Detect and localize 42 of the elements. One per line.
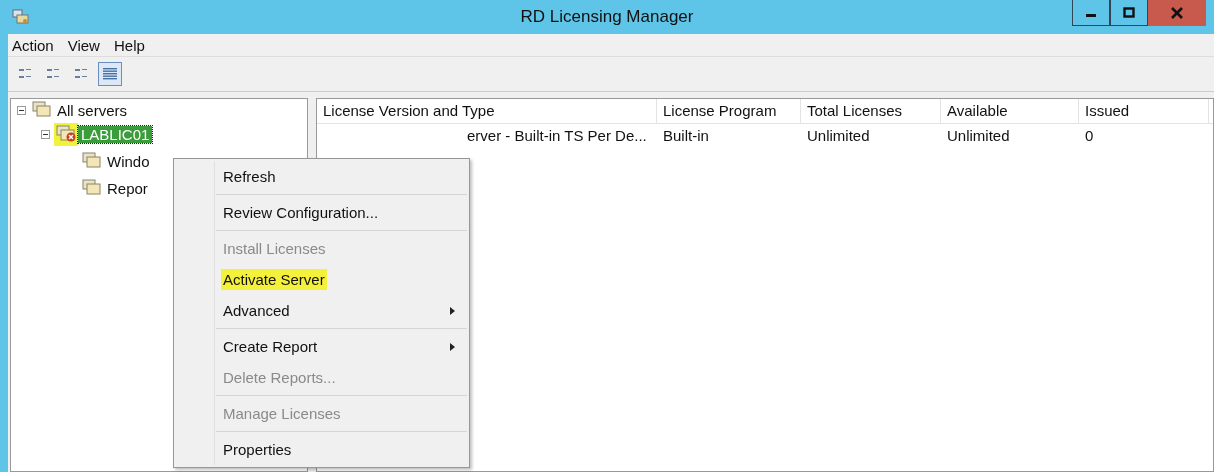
column-header[interactable]: Available	[941, 99, 1079, 123]
tree-item[interactable]: All servers	[54, 101, 130, 119]
close-icon	[1171, 7, 1183, 19]
column-header[interactable]: Total Licenses	[801, 99, 941, 123]
column-header[interactable]: License Program	[657, 99, 801, 123]
close-button[interactable]	[1148, 0, 1206, 26]
server-icon	[82, 178, 102, 196]
menu-item[interactable]: View	[67, 36, 100, 54]
detail-list-icon	[102, 67, 118, 81]
table-cell-text: Unlimited	[946, 126, 1011, 146]
table-cell-text: Unlimited	[806, 126, 871, 146]
minimize-button[interactable]	[1072, 0, 1110, 26]
column-header[interactable]: Issued	[1079, 99, 1209, 123]
collapse-icon[interactable]	[17, 105, 26, 115]
table-cell-text: erver - Built-in TS Per De...	[466, 126, 648, 146]
tree-view-icon	[18, 67, 34, 81]
table-cell-text: Built-in	[662, 126, 710, 146]
app-icon	[12, 9, 30, 25]
tree-item[interactable]: LABLIC01	[78, 126, 153, 143]
server-icon	[82, 151, 102, 169]
tree-view-icon	[46, 67, 62, 81]
window-title: RD Licensing Manager	[520, 7, 694, 27]
menu-item[interactable]: Refresh	[221, 166, 278, 187]
collapse-icon[interactable]	[41, 130, 50, 139]
server-icon	[56, 124, 76, 142]
menu-item[interactable]: Activate Server	[221, 269, 327, 290]
menu-item[interactable]: Properties	[221, 439, 294, 460]
server-group-icon	[32, 99, 52, 118]
tree-view-icon	[74, 67, 90, 81]
menu-item[interactable]: Help	[113, 36, 145, 54]
view-mode-button[interactable]	[98, 62, 122, 86]
minimize-icon	[1086, 14, 1096, 17]
tree-item[interactable]: Windo	[104, 153, 153, 170]
menu-item[interactable]: Create Report	[221, 336, 320, 357]
column-header[interactable]: License Version and Type	[317, 99, 657, 123]
menu-item[interactable]: Review Configuration...	[221, 202, 381, 223]
maximize-button[interactable]	[1110, 0, 1148, 26]
table-cell-text: 0	[1084, 126, 1095, 146]
menu-item[interactable]: Advanced	[221, 300, 292, 321]
maximize-icon	[1123, 6, 1135, 19]
menu-item[interactable]: Action	[12, 36, 54, 54]
tree-item[interactable]: Repor	[104, 180, 151, 197]
